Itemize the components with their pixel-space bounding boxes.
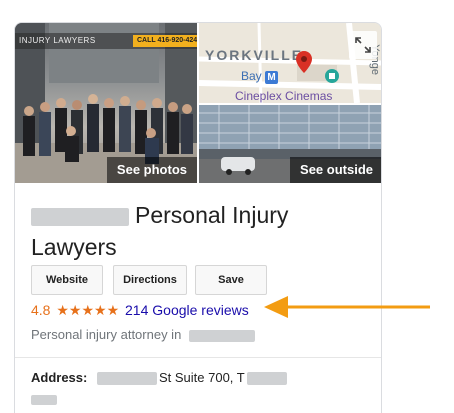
see-photos-label: See photos — [106, 157, 197, 183]
station-name: Bay — [241, 69, 262, 83]
website-button[interactable]: Website — [31, 265, 103, 295]
address-label: Address: — [31, 370, 88, 385]
rating-row: 4.8 ★★★★★ 214 Google reviews — [31, 301, 249, 319]
expand-map-button[interactable] — [349, 31, 377, 59]
annotation-arrow-icon — [264, 296, 430, 318]
redacted-city — [188, 329, 255, 342]
address-text: St Suite 700, T — [158, 370, 245, 385]
phone-sign: CALL 416-920-4242 — [133, 35, 197, 47]
redacted-city-address — [246, 372, 287, 386]
business-name-text: Personal Injury — [135, 202, 289, 228]
divider — [15, 357, 381, 358]
business-name-line2: Lawyers — [31, 234, 117, 260]
map-tile[interactable]: YORKVILLE Bay M Cineplex Cinemas Yonge — [199, 23, 381, 103]
redacted-postal — [31, 394, 57, 405]
category-text: Personal injury attorney in — [31, 327, 182, 342]
business-name: Personal Injury — [31, 199, 288, 231]
photo-grid: INJURY LAWYERS CALL 416-920-4242 See pho… — [15, 23, 381, 183]
business-knowledge-panel: INJURY LAWYERS CALL 416-920-4242 See pho… — [14, 22, 382, 413]
see-outside-label: See outside — [290, 157, 381, 183]
map-area-label: YORKVILLE — [205, 47, 304, 63]
address-row: Address: St Suite 700, T — [31, 369, 287, 387]
redacted-street — [96, 372, 157, 386]
map-cinema-label: Cineplex Cinemas — [235, 89, 333, 103]
google-reviews-link[interactable]: 214 Google reviews — [125, 302, 249, 318]
cinema-icon — [325, 69, 339, 83]
star-rating-icon: ★★★★★ — [56, 302, 120, 318]
redacted-name — [31, 207, 129, 226]
business-category: Personal injury attorney in — [31, 327, 255, 342]
street-view-tile[interactable]: See outside — [199, 105, 381, 183]
map-station-label: Bay M — [241, 69, 279, 84]
building-sign-text: INJURY LAWYERS — [19, 36, 96, 45]
address-line2 — [31, 391, 57, 409]
team-photo-tile[interactable]: INJURY LAWYERS CALL 416-920-4242 See pho… — [15, 23, 197, 183]
map-pin-icon — [296, 51, 312, 73]
save-button[interactable]: Save — [195, 265, 267, 295]
expand-icon — [355, 37, 371, 53]
rating-value: 4.8 — [31, 302, 51, 318]
subway-icon: M — [265, 71, 279, 84]
directions-button[interactable]: Directions — [113, 265, 187, 295]
